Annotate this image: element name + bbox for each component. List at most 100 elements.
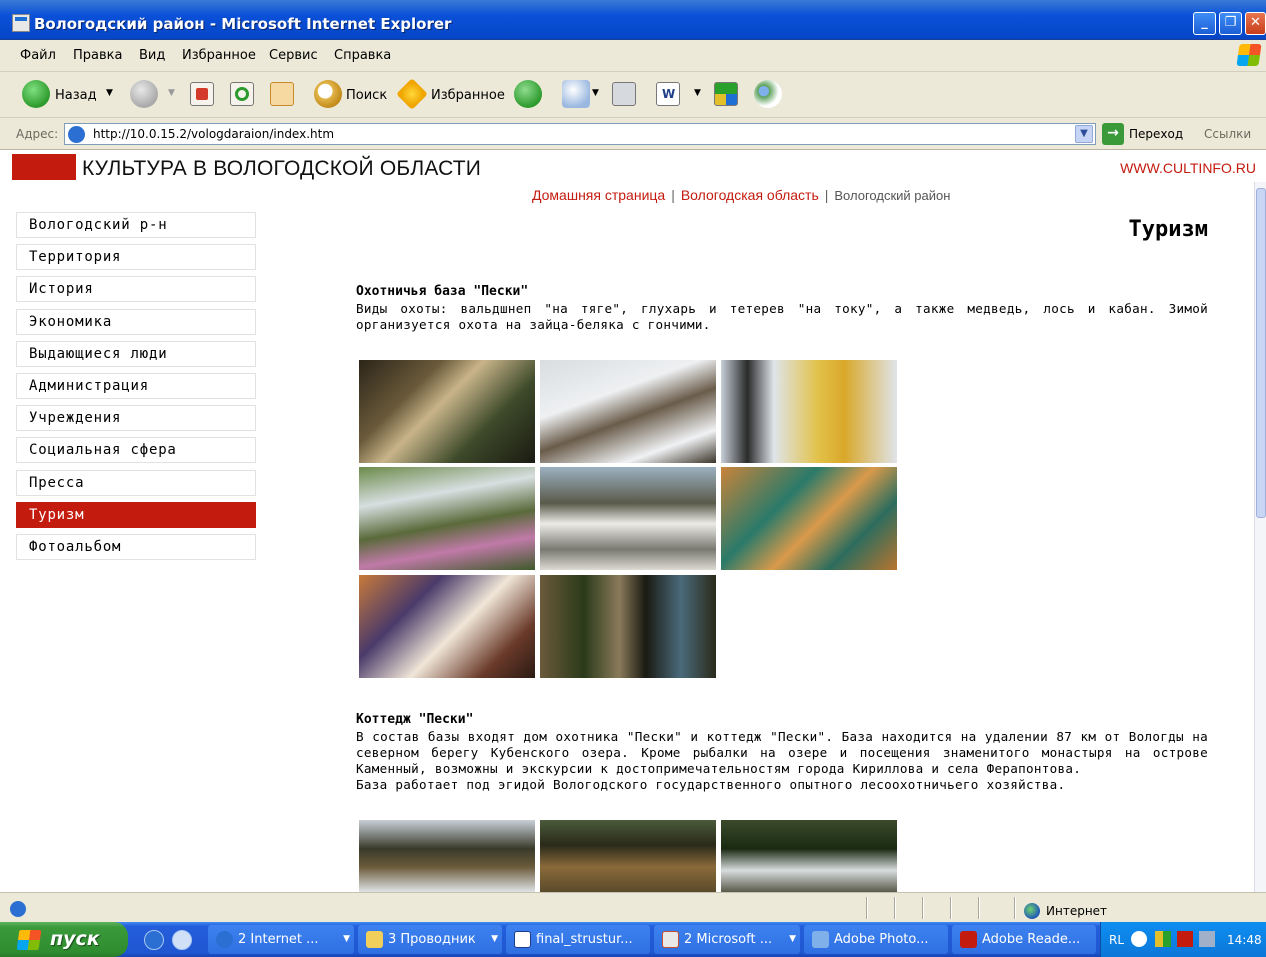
forward-dropdown-icon[interactable]: ▼ [168, 88, 175, 98]
section-text-cottage: В состав базы входят дом охотника "Пески… [356, 729, 1208, 776]
site-url-link[interactable]: WWW.CULTINFO.RU [1120, 160, 1256, 176]
language-indicator[interactable]: RL [1109, 933, 1124, 947]
breadcrumb-region-link[interactable]: Вологодская область [681, 187, 819, 203]
side-menu-item-institutions[interactable]: Учреждения [16, 405, 256, 432]
favorites-button-label[interactable]: Избранное [431, 88, 505, 103]
group-dropdown-icon: ▼ [343, 934, 350, 944]
forward-arrow-icon[interactable] [130, 80, 158, 108]
word-edit-icon[interactable]: W [656, 82, 680, 106]
status-bar: Интернет [0, 892, 1266, 922]
print-icon[interactable] [612, 82, 636, 106]
photo-log-cabin-door[interactable] [540, 575, 716, 678]
side-menu-item-tourism[interactable]: Туризм [16, 501, 256, 528]
quicklaunch-browser-icon[interactable] [172, 930, 192, 950]
photo-house-with-flowers[interactable] [359, 467, 535, 570]
mail-icon[interactable] [562, 80, 590, 108]
side-menu: Вологодский р-н Территория История Эконо… [16, 212, 256, 566]
back-dropdown-icon[interactable]: ▼ [106, 88, 113, 98]
menu-tools[interactable]: Сервис [269, 48, 318, 63]
toolbar: Назад ▼ ▼ Поиск Избранное ▼ W ▼ [0, 72, 1266, 118]
links-label[interactable]: Ссылки [1204, 127, 1251, 141]
messenger-icon[interactable] [754, 80, 782, 108]
group-dropdown-icon: ▼ [491, 934, 498, 944]
side-menu-item-photo-album[interactable]: Фотоальбом [16, 533, 256, 560]
taskbar-button-acrobat-reader[interactable]: Adobe Reade... [952, 925, 1096, 954]
window-title-bar[interactable]: Вологодский район - Microsoft Internet E… [0, 0, 1266, 40]
page-status-icon [10, 901, 26, 917]
tray-connection-icon[interactable] [1199, 931, 1215, 947]
system-tray: RL 14:48 [1100, 922, 1266, 957]
scrollbar-thumb[interactable] [1256, 188, 1266, 518]
photo-forest-winter[interactable] [721, 820, 897, 892]
home-icon[interactable] [270, 82, 294, 106]
stop-icon[interactable] [190, 82, 214, 106]
taskbar-button-label: final_strustur... [536, 932, 633, 947]
photo-hunters-with-catch[interactable] [721, 360, 897, 463]
photo-white-house[interactable] [540, 467, 716, 570]
address-input[interactable]: http://10.0.15.2/vologdaraion/index.htm … [64, 123, 1096, 145]
menu-favorites[interactable]: Избранное [182, 48, 256, 63]
side-menu-item-press[interactable]: Пресса [16, 469, 256, 496]
ie-window-icon [12, 14, 30, 32]
address-url[interactable]: http://10.0.15.2/vologdaraion/index.htm [93, 127, 334, 141]
side-menu-item-administration[interactable]: Администрация [16, 372, 256, 399]
menu-help[interactable]: Справка [334, 48, 391, 63]
maximize-button[interactable]: ❐ [1219, 12, 1242, 35]
address-bar: Адрес: http://10.0.15.2/vologdaraion/ind… [0, 118, 1266, 150]
photo-cottage-exterior[interactable] [359, 820, 535, 892]
refresh-icon[interactable] [230, 82, 254, 106]
edit-dropdown-icon[interactable]: ▼ [694, 88, 701, 98]
side-menu-item-history[interactable]: История [16, 276, 256, 303]
favorites-star-icon[interactable] [396, 78, 428, 110]
menu-view[interactable]: Вид [139, 48, 165, 63]
menu-edit[interactable]: Правка [73, 48, 122, 63]
minimize-button[interactable]: _ [1193, 12, 1216, 35]
address-dropdown-icon[interactable]: ▼ [1075, 125, 1093, 143]
side-menu-item-notable-people[interactable]: Выдающиеся люди [16, 340, 256, 367]
breadcrumb: Домашняя страница | Вологодская область | Во… [532, 187, 951, 203]
security-zone-label: Интернет [1046, 904, 1108, 918]
taskbar-button-label: 2 Microsoft ... [684, 932, 773, 947]
start-button-label[interactable]: пуск [50, 928, 100, 950]
side-menu-item-social-sphere[interactable]: Социальная сфера [16, 437, 256, 464]
ie-icon [216, 931, 233, 948]
side-menu-item-vologda-district[interactable]: Вологодский р-н [16, 212, 256, 238]
go-button-label[interactable]: Переход [1129, 127, 1183, 141]
taskbar-button-explorer[interactable]: 3 Проводник ▼ [358, 925, 502, 954]
quicklaunch-ie-icon[interactable] [144, 930, 164, 950]
side-menu-item-territory[interactable]: Территория [16, 244, 256, 271]
icq-pro-icon[interactable] [714, 82, 738, 106]
clock: 14:48 [1227, 933, 1262, 947]
tray-network-icon[interactable] [1155, 931, 1171, 947]
close-button[interactable]: ✕ [1245, 12, 1266, 35]
taskbar-button-word-doc[interactable]: final_strustur... [506, 925, 650, 954]
internet-zone-icon [1024, 903, 1040, 919]
word-document-icon [514, 931, 531, 948]
tray-antivirus-icon[interactable] [1177, 931, 1193, 947]
photo-green-armchairs[interactable] [721, 467, 897, 570]
taskbar-button-powerpoint[interactable]: 2 Microsoft ... ▼ [654, 925, 800, 954]
back-arrow-icon[interactable] [22, 80, 50, 108]
breadcrumb-home-link[interactable]: Домашняя страница [532, 187, 665, 203]
taskbar-button-photoshop[interactable]: Adobe Photo... [804, 925, 948, 954]
menu-bar: Файл Правка Вид Избранное Сервис Справка [0, 40, 1266, 72]
section-title-cottage: Коттедж "Пески" [356, 712, 474, 727]
search-icon[interactable] [314, 80, 342, 108]
mail-dropdown-icon[interactable]: ▼ [592, 88, 599, 98]
side-menu-item-economy[interactable]: Экономика [16, 308, 256, 335]
go-arrow-icon[interactable]: → [1102, 123, 1124, 145]
taskbar-button-label: Adobe Reade... [982, 932, 1081, 947]
menu-file[interactable]: Файл [20, 48, 56, 63]
photo-bedroom[interactable] [359, 575, 535, 678]
tray-arrow-icon[interactable] [1131, 931, 1147, 947]
back-button-label[interactable]: Назад [55, 88, 97, 103]
photo-cottage-wood[interactable] [540, 820, 716, 892]
taskbar-button-internet-explorer[interactable]: 2 Internet ... ▼ [208, 925, 354, 954]
start-button[interactable]: пуск [0, 922, 128, 957]
search-button-label[interactable]: Поиск [346, 88, 387, 103]
folder-icon [366, 931, 383, 948]
page-scrollbar[interactable] [1254, 182, 1266, 892]
history-icon[interactable] [514, 80, 542, 108]
photo-hunter-in-snow[interactable] [540, 360, 716, 463]
photo-hunters-with-trophy[interactable] [359, 360, 535, 463]
